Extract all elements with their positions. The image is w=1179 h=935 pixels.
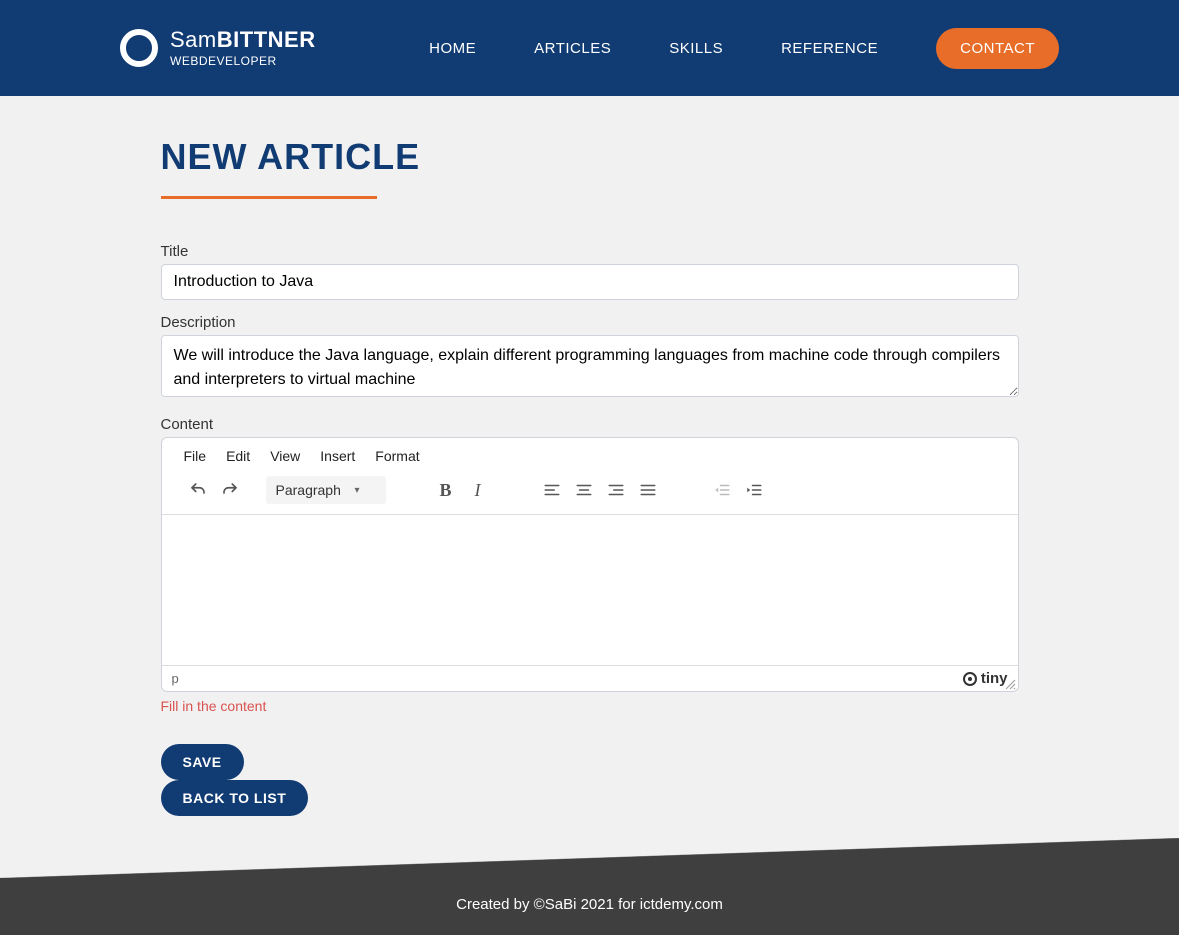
align-left-icon[interactable]	[538, 476, 566, 504]
brand-text: SamBITTNER WEBDEVELOPER	[170, 28, 316, 67]
bold-icon[interactable]: B	[432, 476, 460, 504]
tiny-logo-icon	[963, 672, 977, 686]
logo-icon	[120, 29, 158, 67]
brand-subtitle: WEBDEVELOPER	[170, 55, 316, 68]
rich-text-editor: File Edit View Insert Format Paragraph ▾	[161, 437, 1019, 692]
footer-wrap: Created by ©SaBi 2021 for ictdemy.com	[0, 838, 1179, 935]
brand[interactable]: SamBITTNER WEBDEVELOPER	[120, 28, 316, 67]
editor-statusbar: p tiny	[162, 665, 1018, 691]
menu-edit[interactable]: Edit	[226, 448, 250, 464]
redo-icon[interactable]	[216, 476, 244, 504]
align-justify-icon[interactable]	[634, 476, 662, 504]
main-nav: HOME ARTICLES SKILLS REFERENCE CONTACT	[429, 28, 1059, 69]
editor-body[interactable]	[162, 515, 1018, 665]
back-to-list-button[interactable]: BACK TO LIST	[161, 780, 309, 816]
site-header: SamBITTNER WEBDEVELOPER HOME ARTICLES SK…	[0, 0, 1179, 96]
save-button[interactable]: SAVE	[161, 744, 244, 780]
indent-icon[interactable]	[740, 476, 768, 504]
editor-path[interactable]: p	[172, 671, 179, 686]
page-title: NEW ARTICLE	[161, 136, 1019, 178]
format-select-value: Paragraph	[276, 482, 341, 498]
format-select[interactable]: Paragraph ▾	[266, 476, 386, 504]
footer-text: Created by ©SaBi 2021 for ictdemy.com	[456, 896, 723, 913]
title-underline	[161, 196, 377, 199]
description-label: Description	[161, 314, 1019, 331]
align-right-icon[interactable]	[602, 476, 630, 504]
align-center-icon[interactable]	[570, 476, 598, 504]
brand-name: SamBITTNER	[170, 28, 316, 52]
chevron-down-icon: ▾	[354, 485, 359, 496]
nav-home[interactable]: HOME	[429, 40, 476, 57]
editor-menubar: File Edit View Insert Format	[162, 438, 1018, 470]
description-textarea[interactable]: We will introduce the Java language, exp…	[161, 335, 1019, 397]
brand-last: BITTNER	[217, 27, 316, 52]
resize-handle-icon[interactable]	[1004, 678, 1016, 690]
content-label: Content	[161, 416, 1019, 433]
menu-format[interactable]: Format	[375, 448, 419, 464]
editor-toolbar: Paragraph ▾ B I	[162, 470, 1018, 515]
main-content: NEW ARTICLE Title Description We will in…	[161, 96, 1019, 856]
content-error: Fill in the content	[161, 698, 1019, 714]
undo-icon[interactable]	[184, 476, 212, 504]
brand-first: Sam	[170, 27, 217, 52]
menu-view[interactable]: View	[270, 448, 300, 464]
tiny-brand[interactable]: tiny	[963, 670, 1008, 687]
site-footer: Created by ©SaBi 2021 for ictdemy.com	[0, 878, 1179, 935]
nav-reference[interactable]: REFERENCE	[781, 40, 878, 57]
title-input[interactable]	[161, 264, 1019, 300]
outdent-icon	[708, 476, 736, 504]
italic-icon[interactable]: I	[464, 476, 492, 504]
title-label: Title	[161, 243, 1019, 260]
nav-skills[interactable]: SKILLS	[669, 40, 723, 57]
footer-slant	[0, 838, 1179, 878]
menu-file[interactable]: File	[184, 448, 207, 464]
nav-articles[interactable]: ARTICLES	[534, 40, 611, 57]
nav-contact-button[interactable]: CONTACT	[936, 28, 1059, 69]
menu-insert[interactable]: Insert	[320, 448, 355, 464]
